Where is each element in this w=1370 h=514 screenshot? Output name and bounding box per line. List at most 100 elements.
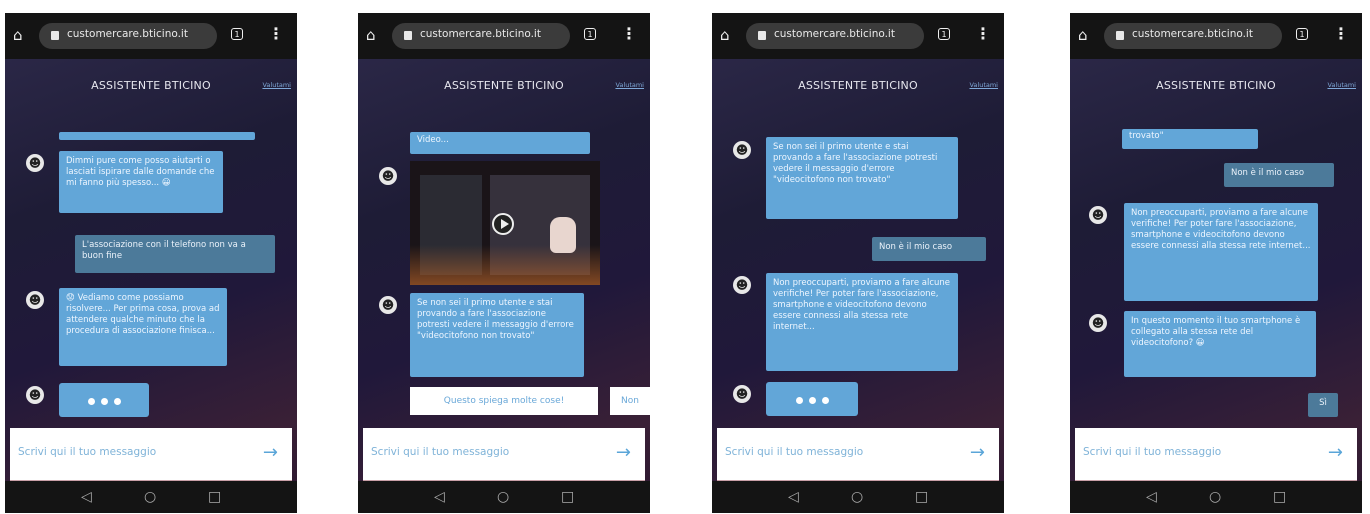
- phone-screen-1: ⌂ customercare.bticino.it 1 ⋮ ASSISTENTE…: [5, 13, 297, 513]
- back-icon[interactable]: ◁: [788, 489, 799, 505]
- user-message: Non è il mio caso: [1224, 163, 1334, 187]
- bot-avatar-icon: ☻: [1089, 206, 1107, 224]
- home-icon[interactable]: ⌂: [13, 27, 29, 43]
- android-navbar: ◁ ○ □: [712, 481, 1004, 513]
- browser-toolbar: ⌂ customercare.bticino.it 1 ⋮: [712, 13, 1004, 59]
- android-navbar: ◁ ○ □: [5, 481, 297, 513]
- android-navbar: ◁ ○ □: [1070, 481, 1362, 513]
- home-circle-icon[interactable]: ○: [851, 489, 863, 505]
- browser-toolbar: ⌂ customercare.bticino.it 1 ⋮: [1070, 13, 1362, 59]
- message-composer[interactable]: Scrivi qui il tuo messaggio →: [10, 428, 292, 482]
- home-circle-icon[interactable]: ○: [497, 489, 509, 505]
- bot-message: Dimmi pure come posso aiutarti o lasciat…: [59, 151, 223, 213]
- rate-link[interactable]: Valutami: [262, 81, 291, 89]
- bot-avatar-icon: ☻: [733, 141, 751, 159]
- bot-message: 😟 Vediamo come possiamo risolvere... Per…: [59, 288, 227, 366]
- user-message: L'associazione con il telefono non va a …: [75, 235, 275, 273]
- home-icon[interactable]: ⌂: [366, 27, 382, 43]
- recents-icon[interactable]: □: [208, 489, 221, 505]
- address-bar[interactable]: customercare.bticino.it: [746, 23, 924, 49]
- message-input[interactable]: Scrivi qui il tuo messaggio: [371, 446, 509, 458]
- address-bar[interactable]: customercare.bticino.it: [392, 23, 570, 49]
- chat-header: ASSISTENTE BTICINO Valutami: [358, 75, 650, 95]
- send-arrow-icon[interactable]: →: [263, 442, 278, 463]
- url-text: customercare.bticino.it: [420, 28, 541, 40]
- android-navbar: ◁ ○ □: [358, 481, 650, 513]
- back-icon[interactable]: ◁: [81, 489, 92, 505]
- address-bar[interactable]: customercare.bticino.it: [1104, 23, 1282, 49]
- bot-avatar-icon: ☻: [379, 167, 397, 185]
- menu-icon[interactable]: ⋮: [268, 25, 284, 43]
- chat-header: ASSISTENTE BTICINO Valutami: [5, 75, 297, 95]
- home-circle-icon[interactable]: ○: [1209, 489, 1221, 505]
- url-text: customercare.bticino.it: [67, 28, 188, 40]
- browser-toolbar: ⌂ customercare.bticino.it 1 ⋮: [5, 13, 297, 59]
- menu-icon[interactable]: ⋮: [1333, 25, 1349, 43]
- url-text: customercare.bticino.it: [1132, 28, 1253, 40]
- chat-header: ASSISTENTE BTICINO Valutami: [1070, 75, 1362, 95]
- recents-icon[interactable]: □: [1273, 489, 1286, 505]
- send-arrow-icon[interactable]: →: [616, 442, 631, 463]
- send-arrow-icon[interactable]: →: [970, 442, 985, 463]
- chat-bubble-cut: [59, 132, 255, 140]
- menu-icon[interactable]: ⋮: [975, 25, 991, 43]
- message-composer[interactable]: Scrivi qui il tuo messaggio →: [717, 428, 999, 482]
- back-icon[interactable]: ◁: [434, 489, 445, 505]
- chat-title: ASSISTENTE BTICINO: [444, 79, 564, 92]
- user-message: Sì: [1308, 393, 1338, 417]
- home-icon[interactable]: ⌂: [1078, 27, 1094, 43]
- bot-message: Se non sei il primo utente e stai provan…: [766, 137, 958, 219]
- phone-screen-3: ⌂ customercare.bticino.it 1 ⋮ ASSISTENTE…: [712, 13, 1004, 513]
- message-input[interactable]: Scrivi qui il tuo messaggio: [18, 446, 156, 458]
- lock-icon: [1116, 31, 1124, 40]
- home-icon[interactable]: ⌂: [720, 27, 736, 43]
- address-bar[interactable]: customercare.bticino.it: [39, 23, 217, 49]
- typing-indicator: [59, 383, 149, 417]
- menu-icon[interactable]: ⋮: [621, 25, 637, 43]
- home-circle-icon[interactable]: ○: [144, 489, 156, 505]
- bot-avatar-icon: ☻: [26, 154, 44, 172]
- bot-message: Non preoccuparti, proviamo a fare alcune…: [1124, 203, 1318, 301]
- video-thumbnail[interactable]: [410, 161, 600, 285]
- typing-indicator: [766, 382, 858, 416]
- hand-pointer-icon: [550, 217, 576, 253]
- bot-avatar-icon: ☻: [733, 385, 751, 403]
- message-input[interactable]: Scrivi qui il tuo messaggio: [1083, 446, 1221, 458]
- lock-icon: [404, 31, 412, 40]
- message-composer[interactable]: Scrivi qui il tuo messaggio →: [1075, 428, 1357, 482]
- bot-message: Video...: [410, 132, 590, 154]
- bot-avatar-icon: ☻: [1089, 314, 1107, 332]
- tab-count-button[interactable]: 1: [584, 28, 596, 40]
- rate-link[interactable]: Valutami: [969, 81, 998, 89]
- rate-link[interactable]: Valutami: [615, 81, 644, 89]
- chat-title: ASSISTENTE BTICINO: [798, 79, 918, 92]
- message-composer[interactable]: Scrivi qui il tuo messaggio →: [363, 428, 645, 482]
- bot-avatar-icon: ☻: [26, 291, 44, 309]
- bot-avatar-icon: ☻: [379, 296, 397, 314]
- quick-reply-chip[interactable]: Questo spiega molte cose!: [410, 387, 598, 415]
- bot-avatar-icon: ☻: [733, 276, 751, 294]
- lock-icon: [758, 31, 766, 40]
- bot-avatar-icon: ☻: [26, 386, 44, 404]
- quick-reply-chip[interactable]: Non: [610, 387, 650, 415]
- rate-link[interactable]: Valutami: [1327, 81, 1356, 89]
- chat-header: ASSISTENTE BTICINO Valutami: [712, 75, 1004, 95]
- phone-screen-4: ⌂ customercare.bticino.it 1 ⋮ ASSISTENTE…: [1070, 13, 1362, 513]
- url-text: customercare.bticino.it: [774, 28, 895, 40]
- tab-count-button[interactable]: 1: [1296, 28, 1308, 40]
- recents-icon[interactable]: □: [561, 489, 574, 505]
- lock-icon: [51, 31, 59, 40]
- bot-message: Se non sei il primo utente e stai provan…: [410, 293, 584, 377]
- tab-count-button[interactable]: 1: [231, 28, 243, 40]
- bot-message: Non preoccuparti, proviamo a fare alcune…: [766, 273, 958, 371]
- browser-toolbar: ⌂ customercare.bticino.it 1 ⋮: [358, 13, 650, 59]
- bot-message: In questo momento il tuo smartphone è co…: [1124, 311, 1316, 377]
- back-icon[interactable]: ◁: [1146, 489, 1157, 505]
- recents-icon[interactable]: □: [915, 489, 928, 505]
- chat-title: ASSISTENTE BTICINO: [1156, 79, 1276, 92]
- message-input[interactable]: Scrivi qui il tuo messaggio: [725, 446, 863, 458]
- send-arrow-icon[interactable]: →: [1328, 442, 1343, 463]
- tab-count-button[interactable]: 1: [938, 28, 950, 40]
- play-button-icon[interactable]: [492, 213, 514, 235]
- bot-message: trovato": [1122, 129, 1258, 149]
